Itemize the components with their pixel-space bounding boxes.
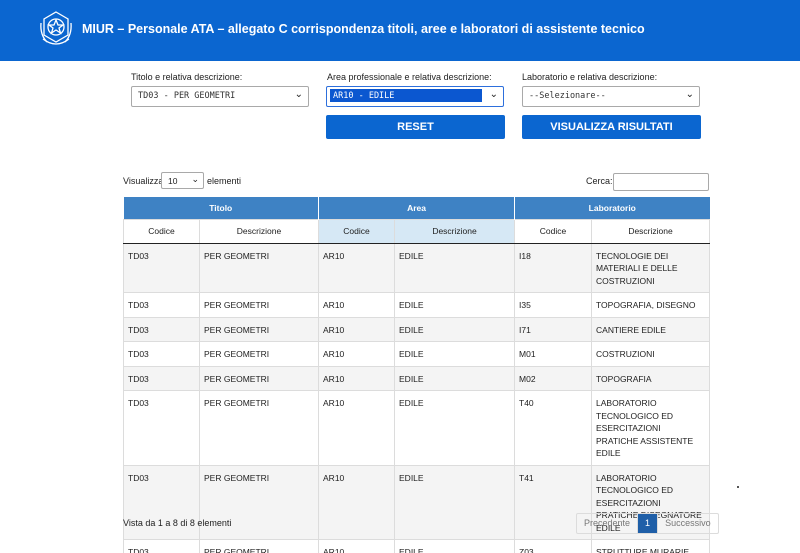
- area-filter-label: Area professionale e relativa descrizion…: [327, 72, 492, 82]
- group-header-titolo: Titolo: [123, 197, 320, 219]
- cell-titolo-codice: TD03: [123, 390, 200, 466]
- column-header-area-codice[interactable]: Codice: [318, 218, 396, 244]
- cell-titolo-descrizione: PER GEOMETRI: [198, 465, 320, 540]
- cell-area-descrizione: EDILE: [394, 465, 516, 540]
- chevron-down-icon: ⌄: [294, 89, 303, 100]
- column-header-titolo-codice[interactable]: Codice: [123, 218, 200, 244]
- page-length-prefix: Visualizza: [123, 176, 164, 186]
- stray-dot: [737, 486, 739, 488]
- cell-area-descrizione: EDILE: [394, 243, 516, 293]
- cell-area-codice: AR10: [318, 243, 396, 293]
- cell-area-descrizione: EDILE: [394, 366, 516, 391]
- cell-laboratorio-codice: I18: [514, 243, 593, 293]
- cell-laboratorio-descrizione: TOPOGRAFIA, DISEGNO: [591, 292, 711, 318]
- cell-area-descrizione: EDILE: [394, 292, 516, 318]
- cell-titolo-codice: TD03: [123, 317, 200, 342]
- visualizza-risultati-button[interactable]: VISUALIZZA RISULTATI: [522, 115, 701, 139]
- cell-area-codice: AR10: [318, 539, 396, 553]
- area-select-value: AR10 - EDILE: [330, 89, 482, 102]
- laboratorio-select[interactable]: --Selezionare-- ⌄: [522, 86, 700, 107]
- cell-laboratorio-descrizione: STRUTTURE MURARIE: [591, 539, 711, 553]
- cell-laboratorio-descrizione: COSTRUZIONI: [591, 341, 711, 367]
- cell-laboratorio-codice: I35: [514, 292, 593, 318]
- cell-laboratorio-codice: T40: [514, 390, 593, 466]
- cell-area-descrizione: EDILE: [394, 539, 516, 553]
- titolo-select-value: TD03 - PER GEOMETRI: [138, 91, 236, 101]
- page-length-value: 10: [168, 176, 178, 186]
- cell-laboratorio-descrizione: CANTIERE EDILE: [591, 317, 711, 342]
- table-body: TD03 PER GEOMETRI AR10 EDILE I18 TECNOLOGIE D…: [123, 243, 711, 553]
- table-row: TD03 PER GEOMETRI AR10 EDILE I18 TECNOLOGIE D…: [123, 243, 711, 293]
- table-row: TD03 PER GEOMETRI AR10 EDILE M01 COSTRUZIONI: [123, 341, 711, 367]
- titolo-filter-label: Titolo e relativa descrizione:: [131, 72, 243, 82]
- next-page-button[interactable]: Successivo: [657, 514, 718, 533]
- cell-titolo-descrizione: PER GEOMETRI: [198, 317, 320, 342]
- table-row: TD03 PER GEOMETRI AR10 EDILE I35 TOPOGRAFIA, …: [123, 292, 711, 318]
- cell-titolo-descrizione: PER GEOMETRI: [198, 366, 320, 391]
- table-row: TD03 PER GEOMETRI AR10 EDILE M02 TOPOGRAFIA: [123, 366, 711, 391]
- cell-laboratorio-descrizione: TOPOGRAFIA: [591, 366, 711, 391]
- cell-area-codice: AR10: [318, 292, 396, 318]
- cell-laboratorio-descrizione: LABORATORIO TECNOLOGICO ED ESERCITAZIONI…: [591, 390, 711, 466]
- cell-titolo-codice: TD03: [123, 341, 200, 367]
- cell-area-codice: AR10: [318, 390, 396, 466]
- page-title: MIUR – Personale ATA – allegato C corris…: [82, 22, 645, 36]
- cell-laboratorio-descrizione: TECNOLOGIE DEI MATERIALI E DELLE COSTRUZ…: [591, 243, 711, 293]
- page-header: MIUR – Personale ATA – allegato C corris…: [0, 0, 800, 61]
- cell-laboratorio-codice: M02: [514, 366, 593, 391]
- results-table: Titolo Area Laboratorio Codice Descrizio…: [123, 197, 711, 553]
- cell-titolo-descrizione: PER GEOMETRI: [198, 292, 320, 318]
- column-header-laboratorio-codice[interactable]: Codice: [514, 218, 593, 244]
- cell-area-codice: AR10: [318, 366, 396, 391]
- reset-button[interactable]: RESET: [326, 115, 505, 139]
- page-length-select[interactable]: 10 ⌄: [161, 172, 204, 189]
- previous-page-button[interactable]: Precedente: [577, 514, 639, 533]
- cell-laboratorio-codice: M01: [514, 341, 593, 367]
- cell-area-codice: AR10: [318, 317, 396, 342]
- search-input[interactable]: [613, 173, 709, 191]
- column-header-titolo-descrizione[interactable]: Descrizione: [198, 218, 320, 244]
- pagination: Precedente 1 Successivo: [576, 513, 719, 534]
- cell-area-codice: AR10: [318, 465, 396, 540]
- italian-republic-emblem-icon: [40, 11, 72, 45]
- group-header-laboratorio: Laboratorio: [514, 197, 710, 219]
- laboratorio-select-value: --Selezionare--: [529, 91, 606, 101]
- cell-titolo-codice: TD03: [123, 366, 200, 391]
- chevron-down-icon: ⌄: [685, 89, 694, 100]
- cell-area-descrizione: EDILE: [394, 317, 516, 342]
- cell-area-descrizione: EDILE: [394, 341, 516, 367]
- cell-titolo-descrizione: PER GEOMETRI: [198, 390, 320, 466]
- cell-laboratorio-codice: I71: [514, 317, 593, 342]
- chevron-down-icon: ⌄: [489, 89, 498, 100]
- cell-titolo-descrizione: PER GEOMETRI: [198, 243, 320, 293]
- cell-titolo-codice: TD03: [123, 465, 200, 540]
- cell-titolo-descrizione: PER GEOMETRI: [198, 341, 320, 367]
- search-label: Cerca:: [586, 176, 613, 186]
- group-header-area: Area: [318, 197, 516, 219]
- cell-titolo-codice: TD03: [123, 539, 200, 553]
- column-header-laboratorio-descrizione[interactable]: Descrizione: [591, 218, 711, 244]
- cell-titolo-descrizione: PER GEOMETRI: [198, 539, 320, 553]
- table-row: TD03 PER GEOMETRI AR10 EDILE I71 CANTIERE EDI…: [123, 317, 711, 342]
- chevron-down-icon: ⌄: [191, 174, 199, 184]
- cell-titolo-codice: TD03: [123, 292, 200, 318]
- table-info: Vista da 1 a 8 di 8 elementi: [123, 518, 232, 528]
- titolo-select[interactable]: TD03 - PER GEOMETRI ⌄: [131, 86, 309, 107]
- page-length-suffix: elementi: [207, 176, 242, 186]
- column-header-area-descrizione[interactable]: Descrizione: [394, 218, 516, 244]
- current-page-button[interactable]: 1: [638, 514, 658, 533]
- cell-laboratorio-codice: Z03: [514, 539, 593, 553]
- table-row: TD03 PER GEOMETRI AR10 EDILE Z03 STRUTTURE MU…: [123, 539, 711, 553]
- laboratorio-filter-label: Laboratorio e relativa descrizione:: [522, 72, 658, 82]
- cell-area-codice: AR10: [318, 341, 396, 367]
- cell-titolo-codice: TD03: [123, 243, 200, 293]
- area-select[interactable]: AR10 - EDILE ⌄: [326, 86, 504, 107]
- table-row: TD03 PER GEOMETRI AR10 EDILE T40 LABORATORIO …: [123, 390, 711, 466]
- cell-area-descrizione: EDILE: [394, 390, 516, 466]
